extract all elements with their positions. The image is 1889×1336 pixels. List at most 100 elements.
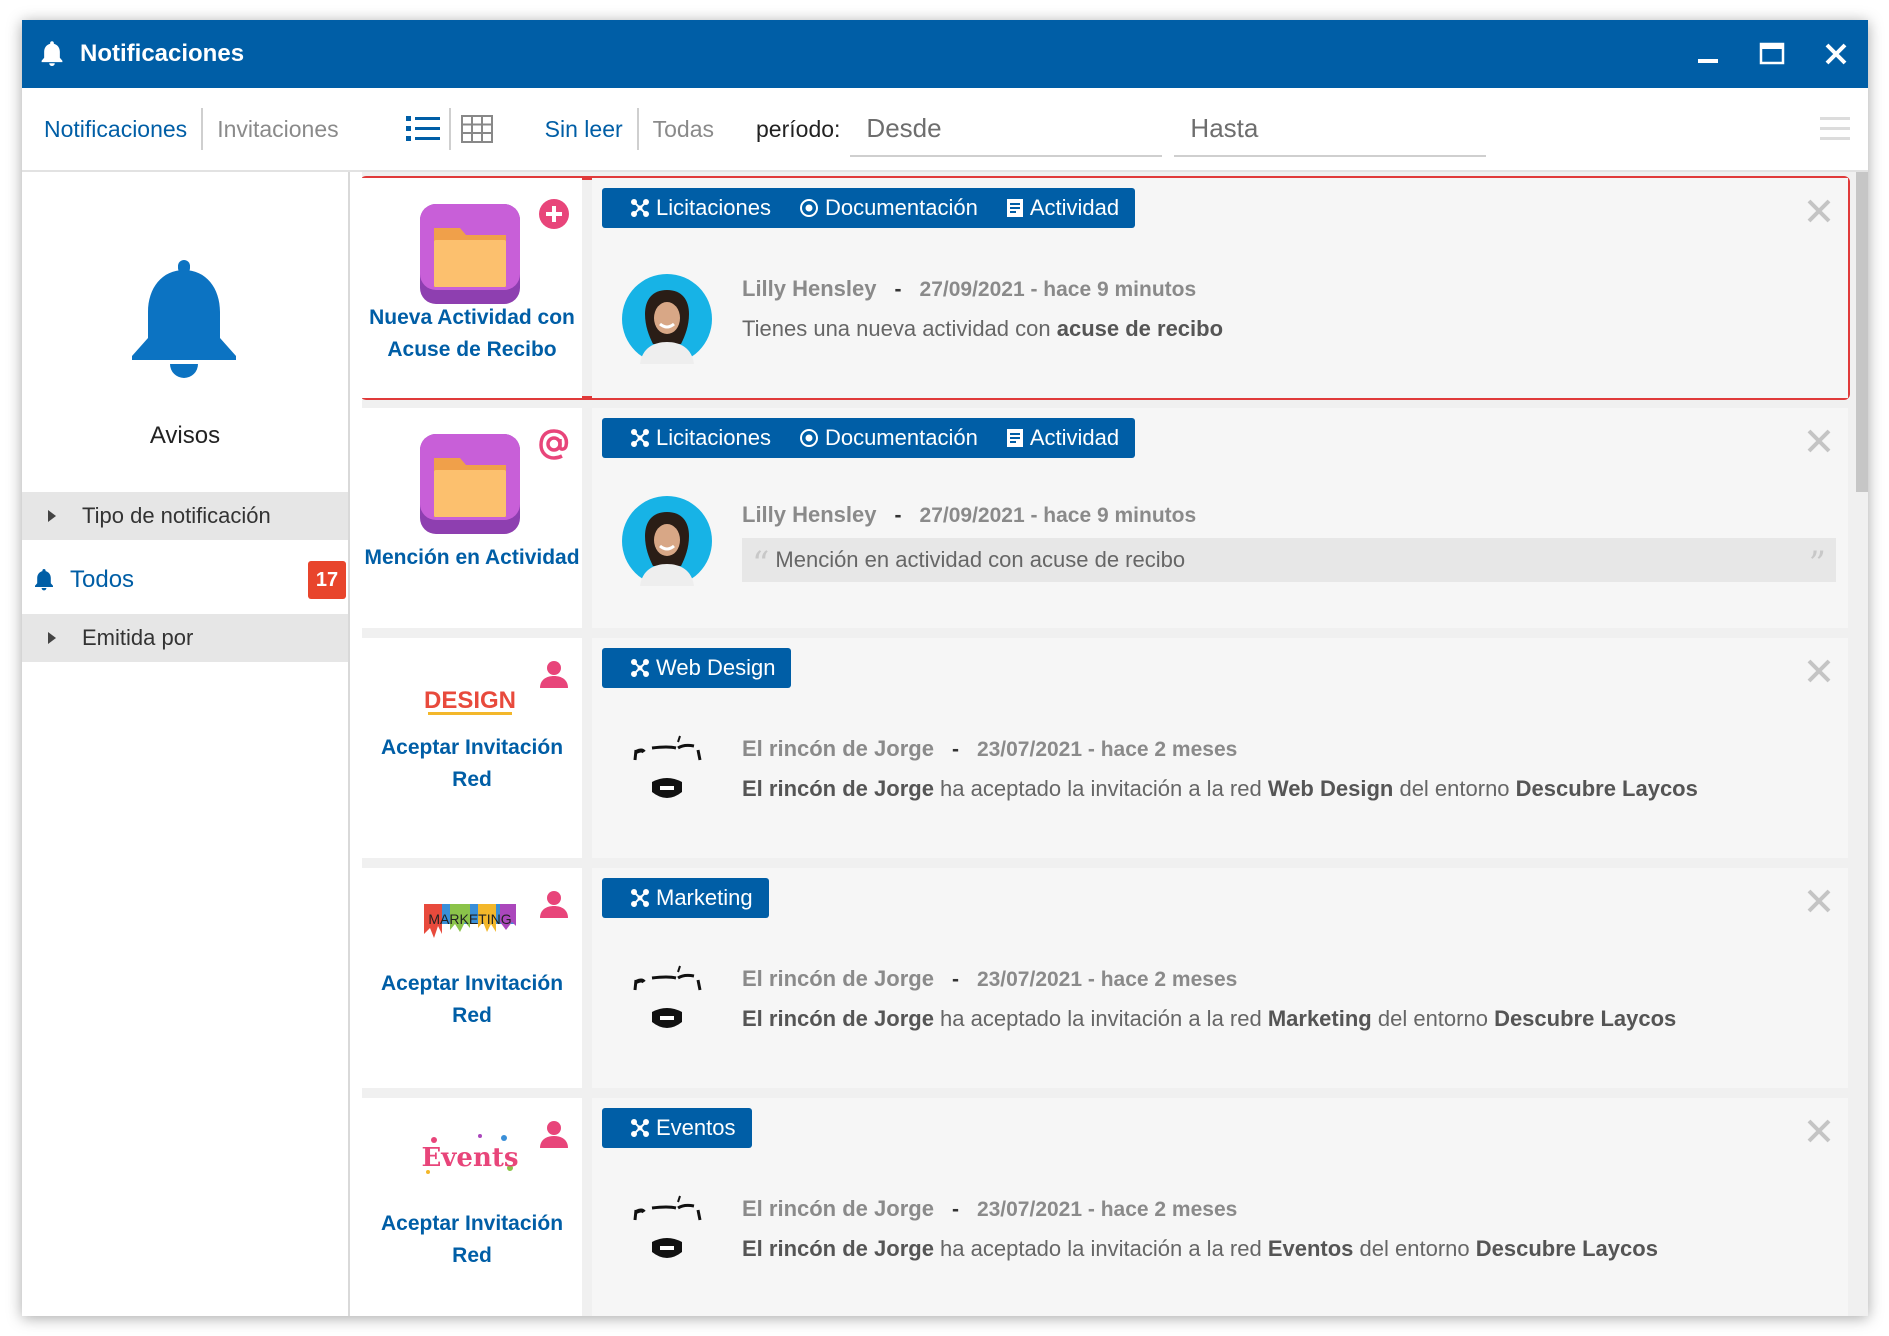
folder-icon [420, 434, 520, 534]
tag-actividad[interactable]: Actividad [1006, 425, 1119, 451]
window-controls [1676, 20, 1868, 88]
grid-view-button[interactable] [451, 108, 503, 150]
toolbar: Notificaciones Invitaciones Sin leer Tod… [22, 88, 1868, 172]
notification-card[interactable]: Nueva Actividad con Acuse de Recibo Lici… [362, 176, 1850, 400]
bell-icon [35, 569, 53, 591]
to-date-input[interactable] [1174, 101, 1487, 157]
tag-documentacion[interactable]: Documentación [799, 195, 978, 221]
close-window-button[interactable] [1804, 20, 1868, 88]
plus-circle-icon [539, 199, 569, 229]
caret-right-icon [48, 510, 56, 522]
sidebar-item-all[interactable]: Todos 17 [22, 556, 348, 604]
filter-all[interactable]: Todas [639, 108, 728, 150]
notification-message: El rincón de Jorge ha aceptado la invita… [742, 1236, 1658, 1262]
notification-content: Web Design El rincón de Jorge -23/07/2021… [592, 638, 1848, 858]
tag-bar: Licitaciones Documentación Actividad [602, 418, 1136, 458]
section-issued-by[interactable]: Emitida por [22, 614, 348, 662]
message-emphasis: Eventos [1267, 1236, 1354, 1261]
avatar [633, 1195, 702, 1258]
tag-licitaciones[interactable]: Licitaciones [630, 425, 771, 451]
message-text: del entorno [1353, 1236, 1476, 1261]
notification-type-panel: DESIGN Aceptar Invitación Red [362, 638, 582, 858]
person-icon [540, 891, 568, 918]
author-name: Lilly Hensley [742, 276, 877, 301]
maximize-button[interactable] [1740, 20, 1804, 88]
tag-eventos[interactable]: Eventos [630, 1115, 736, 1141]
filter-unread[interactable]: Sin leer [531, 108, 637, 150]
scrollbar[interactable] [1856, 172, 1868, 1316]
dismiss-icon[interactable] [1804, 1116, 1834, 1146]
dismiss-icon[interactable] [1804, 656, 1834, 686]
notification-meta: Lilly Hensley -27/09/2021 - hace 9 minuto… [742, 276, 1197, 301]
message-text: ha aceptado la invitación a la red [933, 776, 1268, 801]
document-icon [1006, 429, 1023, 447]
section-notification-type[interactable]: Tipo de notificación [22, 492, 348, 540]
section-label: Emitida por [82, 625, 194, 650]
dismiss-icon[interactable] [1804, 426, 1834, 456]
notification-list: Nueva Actividad con Acuse de Recibo Lici… [362, 172, 1868, 1316]
timestamp: 23/07/2021 - hace 2 meses [976, 738, 1238, 761]
message-text: del entorno [1393, 776, 1516, 801]
tag-actividad[interactable]: Actividad [1006, 195, 1119, 221]
tag-label: Marketing [656, 885, 753, 910]
notification-kind: Aceptar Invitación Red [380, 1212, 564, 1267]
maximize-icon [1759, 42, 1785, 65]
minimize-icon [1698, 59, 1718, 63]
author-name: Lilly Hensley [742, 502, 877, 527]
notification-card[interactable]: MARKETING Aceptar Invitación Red Marketi… [362, 868, 1848, 1088]
notification-meta: El rincón de Jorge -23/07/2021 - hace 2 m… [742, 736, 1238, 761]
message-text: del entorno [1371, 1006, 1495, 1031]
timestamp: 27/09/2021 - hace 9 minutos [919, 278, 1197, 301]
network-icon [631, 199, 649, 217]
avatar [633, 965, 702, 1028]
message-text: ha aceptado la invitación a la red [933, 1006, 1268, 1031]
tag-marketing[interactable]: Marketing [630, 885, 753, 911]
tag-web-design[interactable]: Web Design [630, 655, 775, 681]
notification-card[interactable]: DESIGN Aceptar Invitación Red Web Design [362, 638, 1848, 858]
tag-label: Actividad [1029, 195, 1120, 220]
hamburger-menu-icon[interactable] [1820, 114, 1850, 144]
tag-label: Documentación [824, 195, 978, 220]
message-text: ha aceptado la invitación a la red [933, 1236, 1268, 1261]
notification-content: Eventos El rincón de Jorge -23/07/2021 - … [592, 1098, 1848, 1316]
notification-card[interactable]: Mención en Actividad Licitaciones Docume… [362, 408, 1848, 628]
message-emphasis: Marketing [1267, 1006, 1372, 1031]
tab-invitations[interactable]: Invitaciones [203, 108, 352, 150]
logo-text: DESIGN [424, 687, 516, 714]
network-icon [631, 429, 649, 447]
person-icon [540, 1121, 568, 1148]
dismiss-icon[interactable] [1804, 196, 1834, 226]
caret-right-icon [48, 632, 56, 644]
tag-label: Licitaciones [656, 425, 771, 450]
tab-notifications[interactable]: Notificaciones [30, 108, 201, 150]
message-emphasis: Descubre Laycos [1515, 776, 1698, 801]
list-view-button[interactable] [397, 108, 449, 150]
notification-meta: Lilly Hensley -27/09/2021 - hace 9 minuto… [742, 502, 1197, 527]
folder-icon [420, 204, 520, 304]
notification-kind: Mención en Actividad [364, 546, 580, 569]
tag-bar: Web Design [602, 648, 792, 688]
notification-message: Tienes una nueva actividad con acuse de … [742, 316, 1223, 342]
avatar [622, 496, 712, 586]
notification-meta: El rincón de Jorge -23/07/2021 - hace 2 m… [742, 1196, 1238, 1221]
logo-text: Events [421, 1143, 518, 1173]
tag-documentacion[interactable]: Documentación [799, 425, 978, 451]
message-emphasis: Web Design [1267, 776, 1394, 801]
bell-icon [41, 41, 63, 66]
quote-text: Mención en actividad con acuse de recibo [775, 547, 1186, 572]
tag-licitaciones[interactable]: Licitaciones [630, 195, 771, 221]
notification-type-panel: MARKETING Aceptar Invitación Red [362, 868, 582, 1088]
notification-card[interactable]: Events Aceptar Invitación Red Eventos El… [362, 1098, 1848, 1316]
notification-kind: Nueva Actividad con Acuse de Recibo [369, 306, 575, 361]
period-label: período: [756, 115, 841, 142]
close-quote-icon: ” [1808, 544, 1826, 584]
dismiss-icon[interactable] [1804, 886, 1834, 916]
scrollbar-thumb[interactable] [1856, 172, 1868, 492]
minimize-button[interactable] [1676, 20, 1740, 88]
at-icon [539, 429, 569, 460]
notification-type-panel: Mención en Actividad [362, 408, 582, 628]
avatar [622, 274, 712, 364]
from-date-input[interactable] [850, 101, 1163, 157]
message-emphasis: El rincón de Jorge [742, 1006, 934, 1031]
notification-type-panel: Nueva Actividad con Acuse de Recibo [362, 178, 582, 398]
